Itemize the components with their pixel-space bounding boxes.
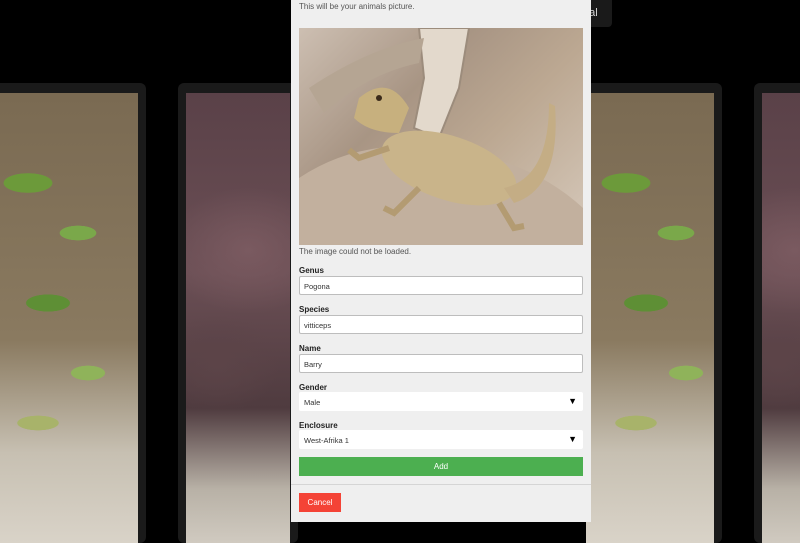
- gender-selected-value: Male: [304, 398, 321, 407]
- gender-label: Gender: [299, 383, 328, 392]
- lizard-image: [299, 28, 583, 245]
- animal-card[interactable]: [754, 83, 800, 543]
- gender-select[interactable]: Male ▼: [299, 392, 583, 411]
- animal-card[interactable]: [586, 83, 722, 543]
- animal-card-photo: [762, 93, 800, 543]
- picture-hint: This will be your animals picture.: [299, 2, 415, 11]
- name-label: Name: [299, 344, 321, 353]
- add-animal-modal: This will be your animals picture. The i…: [291, 0, 591, 522]
- footer-divider: [291, 484, 591, 485]
- dropdown-arrow-icon: ▼: [568, 396, 577, 406]
- enclosure-selected-value: West-Afrika 1: [304, 436, 349, 445]
- species-label: Species: [299, 305, 330, 314]
- animal-card-photo: [586, 93, 714, 543]
- animal-picture: [299, 28, 583, 245]
- genus-input[interactable]: Pogona: [299, 276, 583, 295]
- enclosure-label: Enclosure: [299, 421, 338, 430]
- animal-card[interactable]: [178, 83, 298, 543]
- add-button[interactable]: Add: [299, 457, 583, 476]
- dropdown-arrow-icon: ▼: [568, 434, 577, 444]
- species-input[interactable]: vitticeps: [299, 315, 583, 334]
- enclosure-select[interactable]: West-Afrika 1 ▼: [299, 430, 583, 449]
- genus-label: Genus: [299, 266, 324, 275]
- cancel-button[interactable]: Cancel: [299, 493, 341, 512]
- animal-card-photo: [0, 93, 138, 543]
- name-input[interactable]: Barry: [299, 354, 583, 373]
- animal-card[interactable]: [0, 83, 146, 543]
- animal-card-photo: [186, 93, 290, 543]
- image-error-text: The image could not be loaded.: [299, 247, 412, 256]
